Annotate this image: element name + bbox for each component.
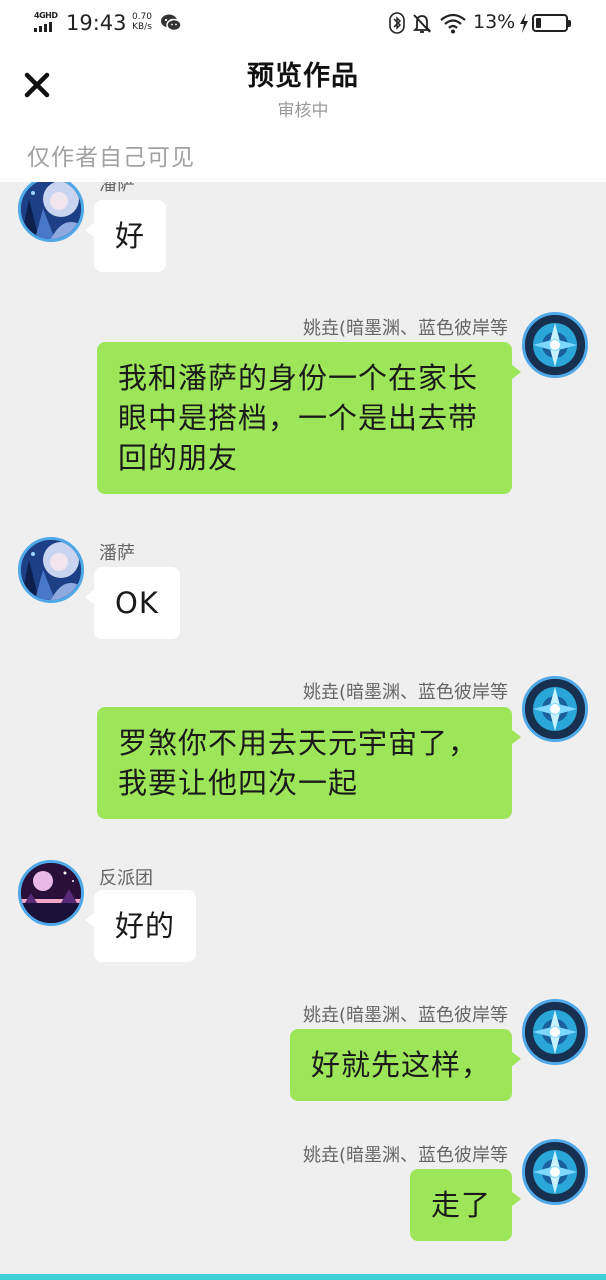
- avatar[interactable]: [18, 537, 84, 603]
- sender-name: 反派团: [99, 868, 153, 889]
- speed-unit: KB/s: [132, 22, 152, 32]
- chat-message: 潘萨 好: [0, 182, 606, 280]
- chat-message: 姚垚(暗墨渊、蓝色彼岸等 走了: [0, 1137, 606, 1247]
- bluetooth-icon: [389, 12, 405, 34]
- avatar[interactable]: [522, 676, 588, 742]
- network-type: 4GHD: [34, 11, 58, 20]
- header: 预览作品 审核中 仅作者自己可见: [0, 48, 606, 182]
- page-title: 预览作品: [247, 61, 359, 92]
- signal-icon: 4GHD: [32, 11, 60, 33]
- mute-icon: [412, 14, 432, 33]
- message-bubble[interactable]: OK: [85, 567, 180, 639]
- sender-name: 潘萨: [99, 543, 135, 564]
- avatar[interactable]: [522, 312, 588, 378]
- battery-percent: 13%: [473, 11, 516, 33]
- message-bubble[interactable]: 好的: [84, 890, 197, 962]
- status-bar: 4GHD 19:43 0.70 KB/s 13%: [0, 0, 606, 48]
- chat-list[interactable]: 潘萨 好 姚垚(暗墨渊、蓝色彼岸等 我和潘萨的身份一个在家长眼中是搭档，一个是出…: [0, 182, 606, 1274]
- review-status: 审核中: [277, 101, 329, 121]
- avatar[interactable]: [522, 1139, 588, 1205]
- sender-name: 姚垚(暗墨渊、蓝色彼岸等: [302, 1145, 508, 1166]
- wechat-icon: [161, 14, 182, 32]
- message-bubble[interactable]: 好就先这样，: [289, 1029, 522, 1101]
- sender-name: 姚垚(暗墨渊、蓝色彼岸等: [302, 1005, 508, 1026]
- chat-message: 姚垚(暗墨渊、蓝色彼岸等 好就先这样，: [0, 997, 606, 1107]
- speed-value: 0.70: [131, 12, 153, 22]
- sender-name: 潘萨: [99, 182, 135, 195]
- sender-name: 姚垚(暗墨渊、蓝色彼岸等: [302, 318, 508, 339]
- message-bubble[interactable]: 罗煞你不用去天元宇宙了，我要让他四次一起: [97, 707, 521, 819]
- message-bubble[interactable]: 好: [84, 200, 167, 272]
- chat-message: 姚垚(暗墨渊、蓝色彼岸等 罗煞你不用去天元宇宙了，我要让他四次一起: [0, 674, 606, 834]
- avatar[interactable]: [522, 999, 588, 1065]
- visibility-note: 仅作者自己可见: [27, 145, 195, 171]
- message-bubble[interactable]: 我和潘萨的身份一个在家长眼中是搭档，一个是出去带回的朋友: [97, 342, 521, 494]
- avatar[interactable]: [18, 860, 84, 926]
- chat-message: 反派团 好的: [0, 860, 606, 970]
- status-time: 19:43: [66, 11, 127, 35]
- message-bubble[interactable]: 走了: [409, 1169, 522, 1241]
- avatar[interactable]: [18, 182, 84, 242]
- bottom-toolbar-edge: [0, 1274, 606, 1280]
- sender-name: 姚垚(暗墨渊、蓝色彼岸等: [302, 682, 508, 703]
- battery-icon: [532, 14, 571, 32]
- charging-icon: [520, 13, 528, 33]
- network-speed: 0.70 KB/s: [127, 12, 157, 32]
- wifi-icon: [440, 13, 466, 34]
- chat-message: 姚垚(暗墨渊、蓝色彼岸等 我和潘萨的身份一个在家长眼中是搭档，一个是出去带回的朋…: [0, 310, 606, 510]
- chat-message: 潘萨 OK: [0, 537, 606, 647]
